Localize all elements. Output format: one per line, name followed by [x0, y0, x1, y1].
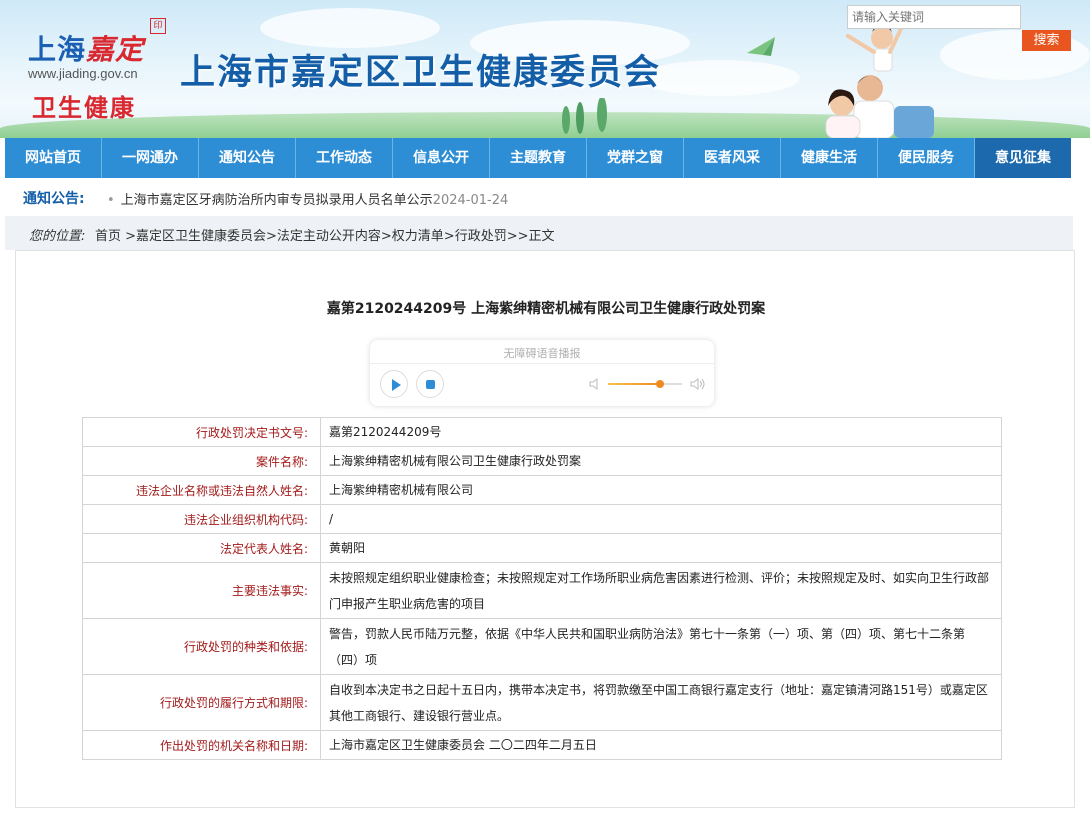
table-row: 行政处罚的履行方式和期限: 自收到本决定书之日起十五日内，携带本决定书，将罚款缴…: [82, 674, 1002, 731]
nav-item-info-disclosure[interactable]: 信息公开: [393, 138, 490, 178]
field-value: 自收到本决定书之日起十五日内，携带本决定书，将罚款缴至中国工商银行嘉定支行（地址…: [320, 674, 1002, 731]
breadcrumb-path[interactable]: 首页 >嘉定区卫生健康委员会>法定主动公开内容>权力清单>行政处罚>>正文: [95, 225, 555, 244]
table-row: 违法企业组织机构代码: /: [82, 504, 1002, 534]
field-label: 违法企业组织机构代码:: [82, 504, 321, 534]
field-value: /: [320, 504, 1002, 534]
nav-item-opinion-collection[interactable]: 意见征集: [975, 138, 1071, 178]
kite-illustration: [747, 37, 775, 56]
nav-item-theme-education[interactable]: 主题教育: [490, 138, 587, 178]
table-row: 违法企业名称或违法自然人姓名: 上海紫绅精密机械有限公司: [82, 475, 1002, 505]
table-row: 行政处罚的种类和依据: 警告，罚款人民币陆万元整，依据《中华人民共和国职业病防治…: [82, 618, 1002, 675]
nav-item-doctors[interactable]: 医者风采: [684, 138, 781, 178]
field-value: 警告，罚款人民币陆万元整，依据《中华人民共和国职业病防治法》第七十一条第（一）项…: [320, 618, 1002, 675]
play-button[interactable]: [380, 370, 408, 398]
field-value: 嘉第2120244209号: [320, 417, 1002, 447]
volume-high-icon[interactable]: [690, 377, 706, 391]
search-button[interactable]: 搜索: [1022, 30, 1071, 51]
cloud-decoration: [260, 8, 440, 48]
seal-icon: 印: [150, 18, 166, 34]
notice-label: 通知公告:: [23, 191, 85, 207]
article-panel: 嘉第2120244209号 上海紫绅精密机械有限公司卫生健康行政处罚案 无障碍语…: [15, 250, 1075, 808]
article-title: 嘉第2120244209号 上海紫绅精密机械有限公司卫生健康行政处罚案: [326, 301, 766, 317]
stop-button[interactable]: [416, 370, 444, 398]
field-label: 主要违法事实:: [82, 562, 321, 619]
nav-item-healthy-living[interactable]: 健康生活: [781, 138, 878, 178]
logo-subtitle: 卫生健康: [32, 94, 136, 122]
field-value: 黄朝阳: [320, 533, 1002, 563]
field-label: 案件名称:: [82, 446, 321, 476]
divider: [370, 363, 714, 364]
volume-slider-fill: [608, 383, 660, 385]
notice-bar: 通知公告: • 上海市嘉定区牙病防治所内审专员拟录用人员名单公示2024-01-2…: [5, 178, 1071, 216]
nav-item-one-stop-service[interactable]: 一网通办: [102, 138, 199, 178]
table-row: 作出处罚的机关名称和日期: 上海市嘉定区卫生健康委员会 二〇二四年二月五日: [82, 730, 1002, 760]
logo-url: www.jiading.gov.cn: [28, 66, 138, 81]
nav-item-work-news[interactable]: 工作动态: [296, 138, 393, 178]
field-label: 作出处罚的机关名称和日期:: [82, 730, 321, 760]
nav-item-announcements[interactable]: 通知公告: [199, 138, 296, 178]
breadcrumb: 您的位置: 首页 >嘉定区卫生健康委员会>法定主动公开内容>权力清单>行政处罚>…: [5, 216, 1073, 250]
audio-player-caption: 无障碍语音播报: [503, 347, 581, 360]
search-input[interactable]: [847, 5, 1021, 29]
volume-low-icon[interactable]: [588, 377, 602, 391]
nav-item-party-window[interactable]: 党群之窗: [587, 138, 684, 178]
field-label: 行政处罚的种类和依据:: [82, 618, 321, 675]
site-title: 上海市嘉定区卫生健康委员会: [180, 53, 662, 93]
field-label: 违法企业名称或违法自然人姓名:: [82, 475, 321, 505]
bullet-icon: •: [107, 193, 115, 208]
field-label: 法定代表人姓名:: [82, 533, 321, 563]
logo-wordmark: 上海嘉定: [28, 33, 145, 66]
notice-link[interactable]: • 上海市嘉定区牙病防治所内审专员拟录用人员名单公示2024-01-24: [107, 189, 508, 208]
cloud-decoration: [640, 60, 800, 96]
field-value: 上海紫绅精密机械有限公司卫生健康行政处罚案: [320, 446, 1002, 476]
field-value: 上海紫绅精密机械有限公司: [320, 475, 1002, 505]
field-label: 行政处罚的履行方式和期限:: [82, 674, 321, 731]
field-label: 行政处罚决定书文号:: [82, 417, 321, 447]
table-row: 案件名称: 上海紫绅精密机械有限公司卫生健康行政处罚案: [82, 446, 1002, 476]
penalty-info-table: 行政处罚决定书文号: 嘉第2120244209号 案件名称: 上海紫绅精密机械有…: [82, 417, 1002, 760]
field-value: 未按照规定组织职业健康检查；未按照规定对工作场所职业病危害因素进行检测、评价；未…: [320, 562, 1002, 619]
field-value: 上海市嘉定区卫生健康委员会 二〇二四年二月五日: [320, 730, 1002, 760]
table-row: 法定代表人姓名: 黄朝阳: [82, 533, 1002, 563]
table-row: 行政处罚决定书文号: 嘉第2120244209号: [82, 417, 1002, 447]
site-logo[interactable]: 上海嘉定 印 www.jiading.gov.cn 卫生健康: [22, 12, 166, 122]
notice-date: 2024-01-24: [432, 193, 509, 208]
notice-text: 上海市嘉定区牙病防治所内审专员拟录用人员名单公示: [120, 193, 433, 208]
volume-slider-handle[interactable]: [655, 380, 664, 388]
audio-player: 无障碍语音播报: [370, 340, 714, 406]
trees-illustration: [562, 98, 607, 134]
nav-item-home[interactable]: 网站首页: [5, 138, 102, 178]
breadcrumb-label: 您的位置:: [29, 229, 86, 244]
nav-item-public-services[interactable]: 便民服务: [878, 138, 975, 178]
main-nav: 网站首页 一网通办 通知公告 工作动态 信息公开 主题教育 党群之窗 医者风采 …: [5, 138, 1071, 178]
volume-slider[interactable]: [608, 380, 682, 388]
table-row: 主要违法事实: 未按照规定组织职业健康检查；未按照规定对工作场所职业病危害因素进…: [82, 562, 1002, 619]
